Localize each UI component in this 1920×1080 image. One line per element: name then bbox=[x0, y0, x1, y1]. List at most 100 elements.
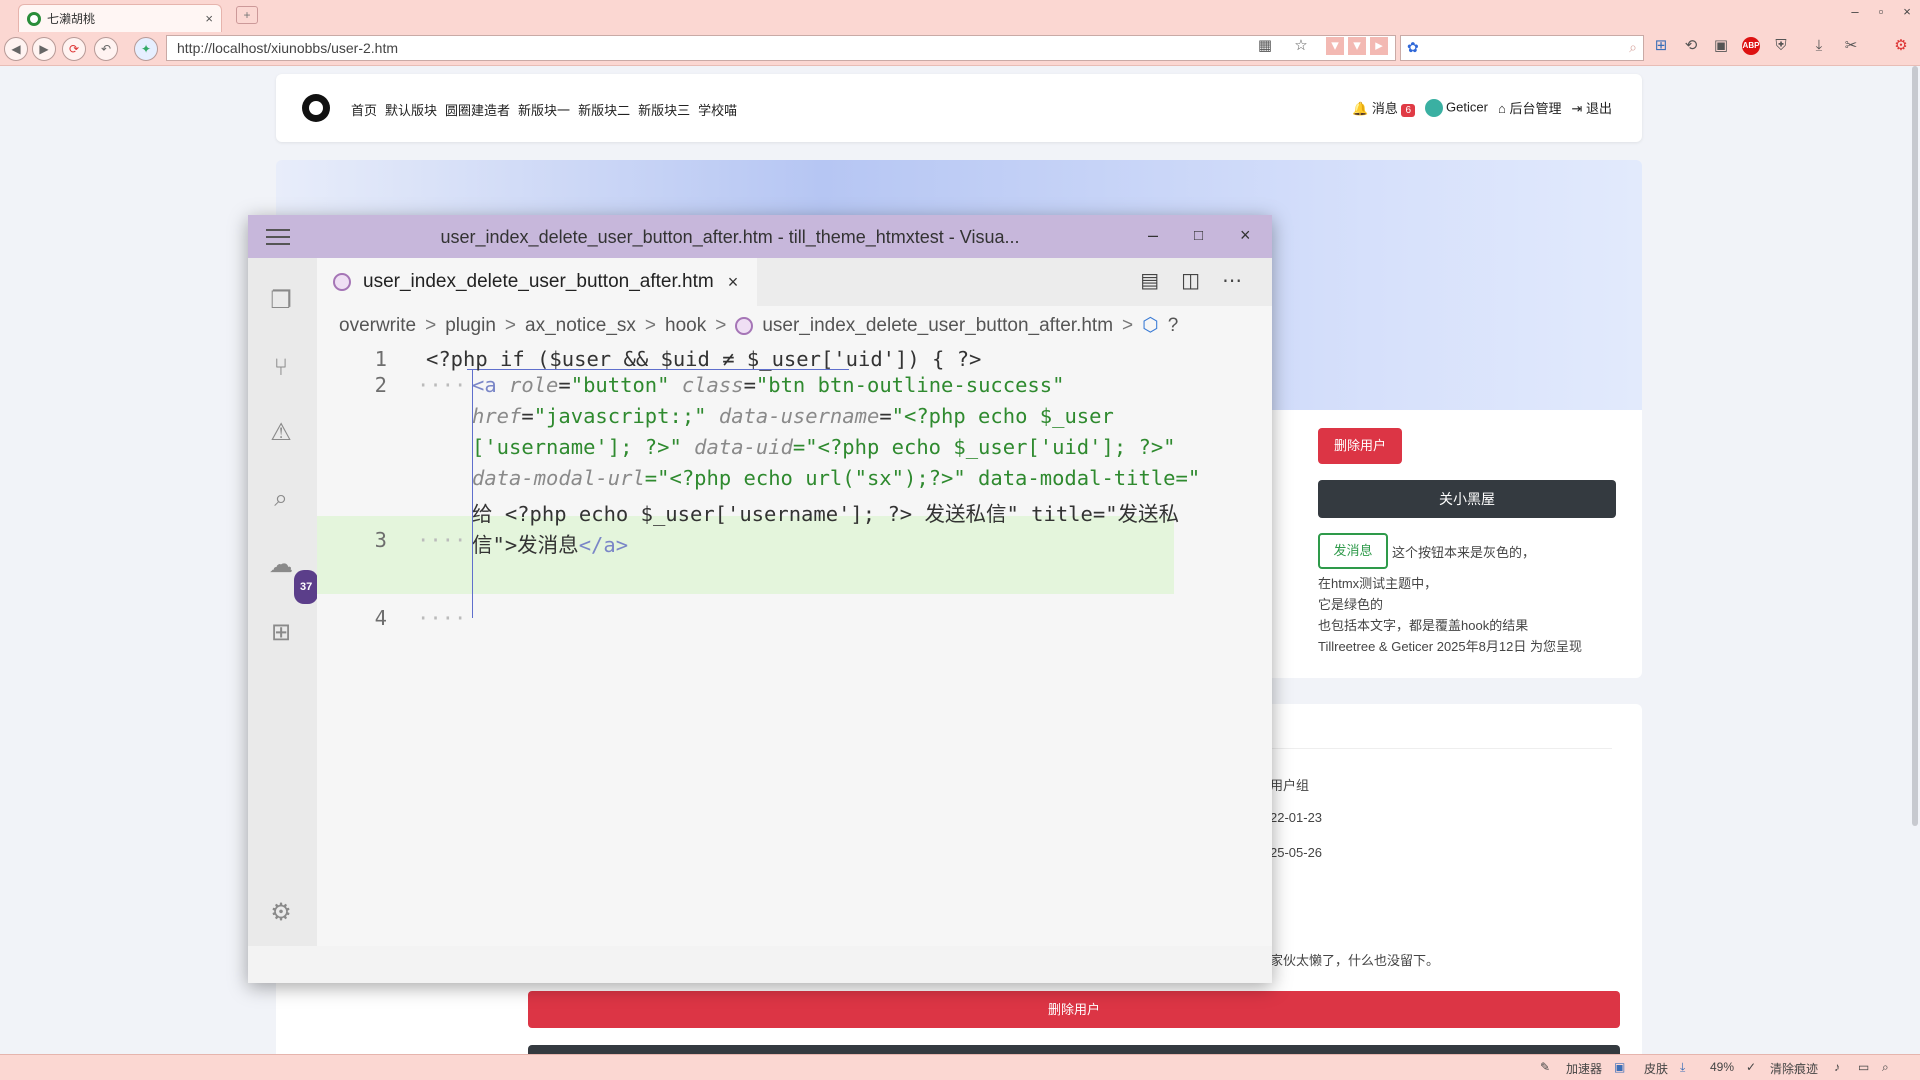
monitor-icon[interactable]: ▭ bbox=[1858, 1060, 1869, 1074]
broom-icon[interactable]: ✓ bbox=[1746, 1060, 1756, 1074]
ext-icon[interactable]: ▸ bbox=[1370, 37, 1388, 55]
zoom-icon[interactable]: ⌕ bbox=[1882, 1060, 1889, 1075]
delete-user-button-large[interactable]: 删除用户 bbox=[528, 991, 1620, 1028]
adblock-icon[interactable]: ABP bbox=[1742, 37, 1760, 55]
messages-label: 消息 bbox=[1371, 101, 1398, 116]
settings-gear-icon[interactable]: ⚙ bbox=[1892, 37, 1910, 55]
qr-icon[interactable]: ▦ bbox=[1256, 37, 1274, 55]
extension-remote-icon[interactable]: ☁ 37 bbox=[266, 550, 319, 604]
vscode-close-button[interactable]: × bbox=[1240, 225, 1251, 246]
user-nav: 🔔 消息 6 Geticer ⌂ 后台管理 ⇥ 退出 bbox=[1352, 98, 1612, 117]
nav-item-default[interactable]: 默认版块 bbox=[385, 100, 437, 119]
ai-icon[interactable]: ✦ bbox=[134, 37, 158, 61]
breadcrumb-item[interactable]: ? bbox=[1168, 315, 1179, 337]
search-input[interactable]: ✿ ⌕ bbox=[1400, 35, 1644, 61]
nav-item-forum1[interactable]: 新版块一 bbox=[518, 100, 570, 119]
breadcrumb-item[interactable]: user_index_delete_user_button_after.htm bbox=[762, 315, 1113, 337]
chevron-right-icon: > bbox=[1122, 314, 1134, 336]
browser-tab[interactable]: 七濑胡桃 × bbox=[18, 4, 222, 32]
search-icon[interactable]: ⌕ bbox=[266, 484, 296, 514]
star-icon[interactable]: ☆ bbox=[1292, 37, 1310, 55]
scissors-icon[interactable]: ✂ bbox=[1842, 37, 1860, 55]
accelerator-label[interactable]: 加速器 bbox=[1566, 1060, 1602, 1077]
back-icon[interactable]: ◀ bbox=[4, 37, 28, 61]
download-icon[interactable]: ⤓ bbox=[1810, 37, 1828, 55]
nav-item-forum2[interactable]: 新版块二 bbox=[578, 100, 630, 119]
extensions-icon[interactable]: ⊞ bbox=[266, 618, 296, 648]
ext-icon[interactable]: ▾ bbox=[1326, 37, 1344, 55]
breadcrumb-item[interactable]: ax_notice_sx bbox=[525, 315, 636, 337]
settings-gear-icon[interactable]: ⚙ bbox=[266, 898, 296, 928]
browser-navbar: ◀ ▶ ⟳ ↶ ✦ http://localhost/xiunobbs/user… bbox=[0, 32, 1920, 66]
breadcrumb-item[interactable]: plugin bbox=[445, 315, 496, 337]
editor-tab[interactable]: user_index_delete_user_button_after.htm … bbox=[317, 258, 757, 306]
ban-user-button[interactable]: 关小黑屋 bbox=[1318, 480, 1616, 518]
more-actions-icon[interactable]: ⋯ bbox=[1222, 268, 1242, 293]
grid-icon[interactable]: ⊞ bbox=[1652, 37, 1670, 55]
site-logo-icon[interactable] bbox=[302, 94, 330, 122]
source-control-icon[interactable]: ⑂ bbox=[266, 353, 296, 383]
address-bar[interactable]: http://localhost/xiunobbs/user-2.htm bbox=[166, 35, 1396, 61]
tab-close-icon[interactable]: × bbox=[205, 11, 213, 26]
nav-item-home[interactable]: 首页 bbox=[351, 100, 377, 119]
undo-icon[interactable]: ↶ bbox=[94, 37, 118, 61]
problems-icon[interactable]: ⚠ bbox=[266, 418, 296, 448]
whitespace-dots: ···· bbox=[417, 528, 467, 552]
window-controls: – ▫ × bbox=[1848, 4, 1914, 19]
ext-icon[interactable]: ▾ bbox=[1348, 37, 1366, 55]
breadcrumb-item[interactable]: hook bbox=[665, 315, 706, 337]
nav-item-school[interactable]: 学校喵 bbox=[698, 100, 737, 119]
forward-icon[interactable]: ▶ bbox=[32, 37, 56, 61]
editor-actions: ▤ ◫ ⋯ bbox=[1140, 268, 1242, 293]
breadcrumb-item[interactable]: overwrite bbox=[339, 315, 416, 337]
shield-icon[interactable]: ⛨ bbox=[1772, 37, 1790, 55]
clear-trace-label[interactable]: 清除痕迹 bbox=[1770, 1060, 1818, 1077]
user-group-label: 用户组 bbox=[1270, 778, 1310, 793]
vscode-minimize-button[interactable]: – bbox=[1148, 225, 1158, 246]
vscode-maximize-button[interactable]: □ bbox=[1194, 227, 1203, 244]
download-status-icon[interactable]: ⤓ bbox=[1680, 1060, 1685, 1075]
skin-label[interactable]: 皮肤 bbox=[1644, 1060, 1668, 1077]
menu-icon[interactable] bbox=[266, 229, 290, 245]
bell-icon: 🔔 bbox=[1352, 101, 1369, 116]
delete-user-button[interactable]: 删除用户 bbox=[1318, 428, 1402, 464]
logout-label: 退出 bbox=[1585, 101, 1612, 116]
code-line: <?php if ($user && $uid ≠ $_user['uid'])… bbox=[426, 347, 982, 371]
signature-text: 家伙太懒了，什么也没留下。 bbox=[1270, 953, 1440, 968]
reader-icon[interactable]: ▣ bbox=[1712, 37, 1730, 55]
new-tab-button[interactable]: + bbox=[236, 6, 258, 24]
close-window-button[interactable]: × bbox=[1900, 4, 1914, 19]
username: Geticer bbox=[1446, 98, 1488, 114]
admin-link[interactable]: ⌂ 后台管理 bbox=[1498, 98, 1562, 117]
split-editor-icon[interactable]: ◫ bbox=[1181, 268, 1200, 293]
chevron-right-icon: > bbox=[425, 314, 437, 336]
messages-badge: 6 bbox=[1401, 104, 1416, 117]
browser-tabbar: 七濑胡桃 × + – ▫ × bbox=[0, 0, 1920, 32]
volume-icon[interactable]: ♪ bbox=[1834, 1060, 1840, 1074]
logout-link[interactable]: ⇥ 退出 bbox=[1571, 98, 1612, 117]
send-message-button[interactable]: 发消息 bbox=[1318, 533, 1388, 569]
tab-close-icon[interactable]: × bbox=[728, 272, 739, 293]
sync-icon[interactable]: ⟲ bbox=[1682, 37, 1700, 55]
line-number: 2 bbox=[374, 373, 387, 397]
note-line: 它是绿色的 bbox=[1318, 597, 1384, 612]
leaf-icon[interactable]: ✎ bbox=[1540, 1060, 1550, 1074]
skin-icon[interactable]: ▣ bbox=[1614, 1060, 1625, 1074]
nav-item-forum3[interactable]: 新版块三 bbox=[638, 100, 690, 119]
messages-link[interactable]: 🔔 消息 6 bbox=[1352, 98, 1416, 117]
minimize-button[interactable]: – bbox=[1848, 4, 1862, 19]
vscode-window: user_index_delete_user_button_after.htm … bbox=[248, 215, 1272, 983]
code-editor[interactable]: 1 2 3 4 ···· ···· ···· <?php if ($user &… bbox=[317, 344, 1254, 944]
page-scrollbar[interactable] bbox=[1912, 66, 1918, 826]
maximize-button[interactable]: ▫ bbox=[1874, 4, 1888, 19]
chevron-right-icon: > bbox=[504, 314, 517, 336]
nav-item-builders[interactable]: 圆圈建造者 bbox=[445, 100, 510, 119]
code-line: ['username']; ?>" data-uid="<?php echo $… bbox=[472, 435, 1176, 459]
symbol-cube-icon: ⬡ bbox=[1142, 315, 1159, 336]
user-link[interactable]: Geticer bbox=[1425, 98, 1488, 117]
site-header: 首页 默认版块 圆圈建造者 新版块一 新版块二 新版块三 学校喵 🔔 消息 6 … bbox=[276, 74, 1642, 142]
preview-icon[interactable]: ▤ bbox=[1140, 268, 1159, 293]
search-icon[interactable]: ⌕ bbox=[1629, 39, 1637, 56]
reload-icon[interactable]: ⟳ bbox=[62, 37, 86, 61]
explorer-icon[interactable]: ❐ bbox=[266, 286, 296, 316]
